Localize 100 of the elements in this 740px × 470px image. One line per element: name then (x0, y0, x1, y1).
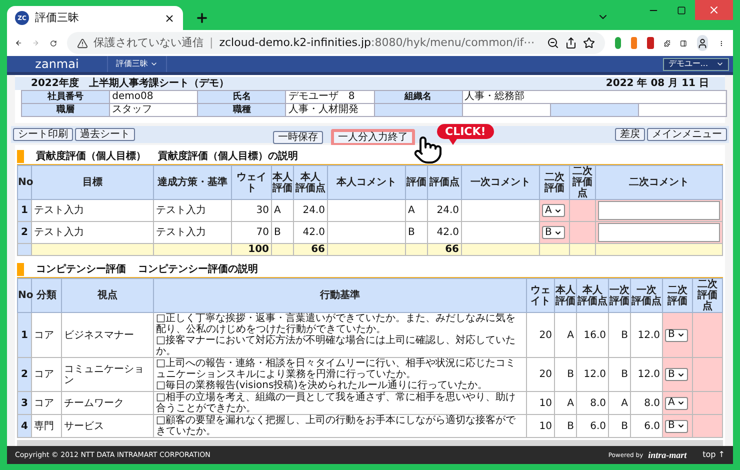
maximize-icon[interactable] (676, 6, 686, 14)
column-header: 一次 評価点 (630, 278, 662, 313)
field-label: 職層 (22, 104, 110, 116)
table-cell: 4 (18, 414, 32, 438)
top-link[interactable]: top ↑ (702, 449, 725, 461)
new-tab-icon[interactable] (195, 11, 209, 25)
criteria-text: □接客マナーにおいて対応方法が不明確な場合には上司に確認し、対応していたか。 (156, 335, 516, 358)
column-header: 本人 評価点 (294, 166, 328, 200)
extension-icon[interactable] (614, 37, 621, 49)
profile-icon[interactable] (697, 35, 708, 51)
comment-field[interactable] (598, 201, 720, 220)
table-cell: サービス (62, 414, 154, 438)
table-cell: 1 (18, 200, 32, 222)
column-header: 本人コメント (328, 166, 406, 200)
chevron-icon (676, 422, 685, 430)
section-description: コンピテンシー評価の説明 (138, 262, 258, 278)
column-header: 二次 評価点 (692, 278, 722, 313)
field-label: 職種 (198, 104, 286, 116)
click-callout: CLICK! (437, 124, 494, 145)
grade-dropdown[interactable]: B (665, 420, 688, 433)
app-menu[interactable]: 評価三昧 (107, 56, 167, 72)
address-bar[interactable]: 保護されていない通信 | zcloud-demo.k2-infinities.jp:8080/hyk/menu/common/if⋯ (66, 32, 605, 54)
table-cell: 2 (18, 222, 32, 244)
criteria-text: □顧客の要望を漏れなく把握し、上司の行動をお手本にしながら適切な接客ができていたか。 (156, 415, 516, 438)
column-header: 二次 評価 (662, 278, 692, 313)
table-cell: コア (32, 392, 62, 415)
criteria-text: □正しく丁寧な挨拶・返事・言葉遣いができていたか。また、みだしなみに気を配り、公私のけじめをつけた行動ができていたか。 (156, 313, 516, 336)
security-warning: 保護されていない通信 (94, 34, 204, 51)
table-cell: A (272, 200, 294, 222)
user-menu[interactable]: デモユー... (663, 58, 729, 70)
tab-title: 評価三昧 (35, 10, 80, 26)
chevron-icon (676, 331, 685, 340)
app-logo: zanmai (34, 56, 80, 73)
toolbar-button[interactable]: シート印刷 (13, 128, 73, 141)
extension-icon[interactable] (647, 37, 654, 49)
table-cell: 専門 (32, 414, 62, 438)
toolbar-button[interactable]: 一人分入力終了 (331, 128, 415, 146)
extension-icon[interactable] (630, 37, 638, 49)
table-cell: B (554, 358, 576, 392)
window-close-button[interactable] (695, 0, 733, 20)
sheet-date: 2022 年 08 月 11 日 (606, 76, 709, 91)
table-cell: 66 (428, 244, 462, 256)
toolbar-button[interactable]: 一時保存 (273, 130, 323, 144)
toolbar-button[interactable]: 差戻 (615, 128, 645, 141)
grade-dropdown[interactable]: B (665, 368, 688, 382)
toolbar-button[interactable]: 過去シート (75, 128, 135, 141)
brand-logo: intra-mart (647, 449, 688, 461)
close-icon (708, 4, 720, 16)
criteria-text: □相手の立場を考え、組織の一員として我を通さず、常に相手を思いやり、助け合うことができたか。 (156, 392, 516, 414)
bookmark-icon[interactable] (582, 37, 595, 49)
table-cell: 30 (232, 200, 272, 222)
table-cell: 10 (526, 392, 554, 415)
grade-dropdown[interactable]: B (542, 226, 565, 239)
field-label: 氏名 (198, 90, 286, 104)
column-header: ウェイト (526, 278, 554, 313)
table-cell: A (608, 392, 630, 415)
grade-dropdown[interactable]: B (665, 328, 688, 342)
table-cell: A (554, 312, 576, 358)
table-cell: A (554, 392, 576, 415)
section-marker (17, 150, 24, 163)
chevron-icon (554, 206, 562, 214)
section-title: 貢献度評価（個人目標） (36, 149, 146, 164)
table-cell: A (406, 200, 428, 222)
chevron-icon (676, 399, 685, 408)
grade-dropdown[interactable]: A (542, 204, 565, 217)
table-cell: チームワーク (62, 392, 154, 415)
table-cell: 2 (18, 358, 32, 392)
table-cell: 3 (18, 392, 32, 415)
criteria-text: □毎日の業務報告(visions投稿)を決められたルール通りに行っていたか。 (156, 380, 489, 392)
column-header: 一次 評価 (608, 278, 630, 313)
table-cell: 24.0 (294, 200, 328, 222)
column-header: 二次コメント (596, 166, 722, 200)
table-cell: テスト入力 (154, 200, 232, 222)
zoom-icon[interactable] (546, 37, 559, 49)
table-cell: コア (32, 312, 62, 358)
table-cell: 24.0 (428, 200, 462, 222)
field-value: 人事・人材開発 (286, 104, 374, 116)
table-cell: ビジネスマナー (62, 312, 154, 358)
table-cell: 6.0 (576, 414, 608, 438)
column-header: 視点 (62, 278, 154, 313)
field-value: スタッフ (110, 104, 198, 116)
column-header: 二次 評価 (540, 166, 570, 200)
share-icon[interactable] (564, 37, 577, 49)
field-label: 社員番号 (22, 90, 110, 104)
grade-dropdown[interactable]: A (665, 396, 688, 410)
column-header: 目標 (32, 166, 154, 200)
caret-icon (150, 60, 158, 68)
comment-field[interactable] (598, 223, 720, 242)
table-cell: B (608, 358, 630, 392)
column-header: 本人 評価 (554, 278, 576, 313)
table-cell: B (608, 414, 630, 438)
column-header: 評価 (406, 166, 428, 200)
chevron-icon (676, 370, 685, 379)
caret-icon (716, 60, 724, 68)
column-header: 達成方策・基準 (154, 166, 232, 200)
table-cell: 16.0 (576, 312, 608, 358)
toolbar-button[interactable]: メインメニュー (647, 128, 727, 141)
table-cell: 20 (526, 358, 554, 392)
column-header: 本人 評価点 (576, 278, 608, 313)
close-tab-icon[interactable] (164, 12, 175, 24)
